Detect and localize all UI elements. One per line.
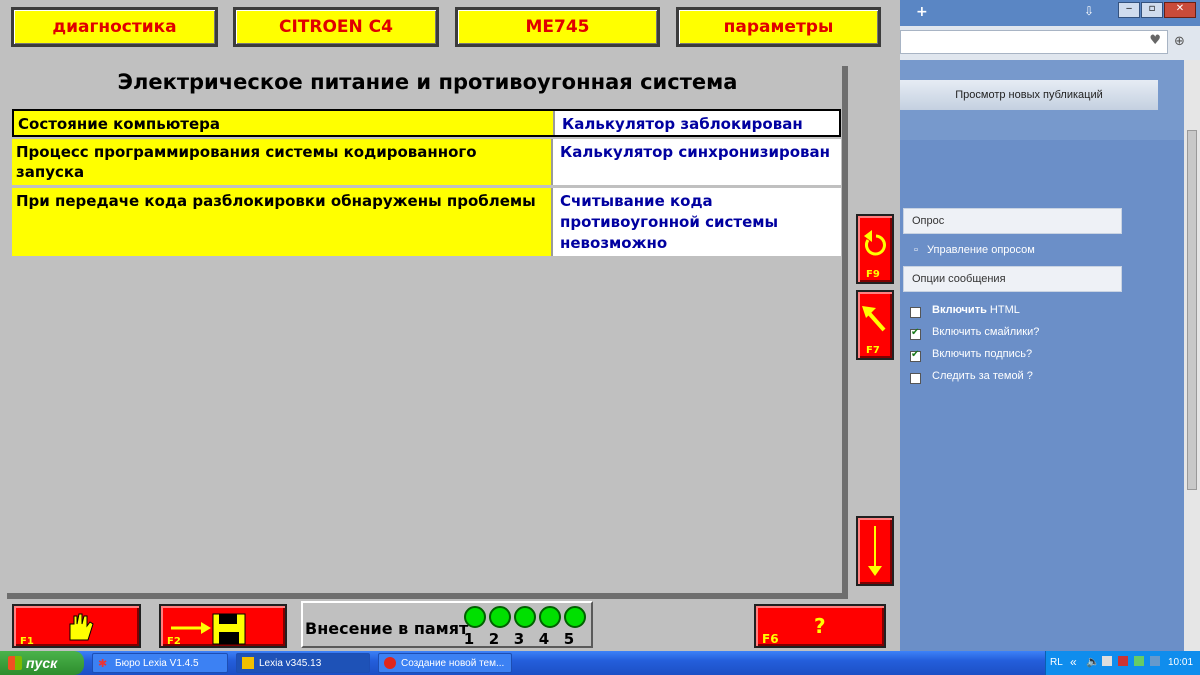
system-tray: RL « 🔈 10:01 (1045, 651, 1200, 675)
browser-tabbar: + ⇩ ‒ ▫ ✕ (900, 0, 1200, 26)
forum-body: Опрос ▫ Управление опросом Опции сообщен… (900, 140, 1184, 651)
f9-key-label: F9 (866, 269, 880, 280)
update-icon[interactable] (1134, 656, 1144, 666)
security-icon[interactable] (1118, 656, 1128, 666)
lexia-icon (242, 657, 254, 669)
language-indicator[interactable]: RL (1050, 657, 1063, 668)
smilies-checkbox-label: Включить смайлики? (932, 326, 1040, 338)
watch-topic-checkbox[interactable] (910, 373, 921, 384)
clock[interactable]: 10:01 (1168, 657, 1193, 668)
minimize-icon[interactable]: ‒ (1118, 2, 1140, 18)
tab-vehicle[interactable]: CITROEN C4 (233, 7, 439, 47)
heart-icon[interactable]: ♥ (1149, 33, 1161, 48)
tab-ecu[interactable]: ME745 (455, 7, 660, 47)
f1-key-label: F1 (20, 636, 34, 647)
taskbar-item-label: Создание новой тем... (401, 657, 505, 669)
html-checkbox[interactable] (910, 307, 921, 318)
new-posts-link[interactable]: Просмотр новых публикаций (955, 89, 1103, 101)
forum-header[interactable]: Просмотр новых публикаций (900, 80, 1158, 110)
taskbar-item-label: Бюро Lexia V1.4.5 (115, 657, 199, 669)
taskbar-item-label: Lexia v345.13 (259, 657, 322, 669)
memory-slot-number: 2 (488, 630, 500, 648)
f7-key-label: F7 (866, 345, 880, 356)
memory-slot-number: 4 (538, 630, 550, 648)
help-button[interactable]: ? F6 (754, 604, 886, 648)
row-value: Считывание кода противоугонной системы н… (551, 188, 841, 256)
memory-slot-2[interactable] (489, 606, 511, 628)
restore-icon[interactable]: ▫ (1141, 2, 1163, 18)
poll-manage-link[interactable]: Управление опросом (927, 244, 1035, 256)
memory-slot-5[interactable] (564, 606, 586, 628)
f6-key-label: F6 (762, 632, 779, 646)
scroll-down-button[interactable] (856, 516, 894, 586)
page-title: Электрическое питание и противоугонная с… (117, 70, 738, 94)
hand-icon (69, 613, 94, 641)
taskbar-item[interactable]: ✱ Бюро Lexia V1.4.5 (92, 653, 228, 673)
table-row[interactable]: Процесс программирования системы кодиров… (12, 139, 841, 185)
row-label: Процесс программирования системы кодиров… (12, 139, 551, 185)
signature-checkbox-label: Включить подпись? (932, 348, 1033, 360)
memory-panel: Внесение в памят 1 2 3 4 5 (301, 601, 593, 648)
poll-section: Опрос (903, 208, 1122, 234)
signature-checkbox[interactable] (910, 349, 921, 362)
start-label: пуск (26, 655, 58, 671)
tray-expand-icon[interactable]: « (1070, 655, 1077, 669)
message-options-section: Опции сообщения (903, 266, 1122, 292)
arrow-down-icon (868, 526, 882, 576)
help-icon: ? (814, 614, 826, 638)
browser-scrollbar[interactable] (1184, 60, 1200, 651)
html-checkbox-label: Включить HTML (932, 304, 1020, 316)
save-button[interactable]: F2 (159, 604, 287, 648)
tab-parameters[interactable]: параметры (676, 7, 881, 47)
menu-icon[interactable]: ⇩ (1084, 4, 1094, 18)
bullet-icon: ▫ (914, 244, 918, 256)
memory-slot-number: 1 (463, 630, 475, 648)
taskbar-item[interactable]: Создание новой тем... (378, 653, 512, 673)
lexia-window: диагностика CITROEN C4 ME745 параметры Э… (0, 0, 900, 651)
volume-icon[interactable]: 🔈 (1086, 655, 1100, 668)
lexia-bureau-icon: ✱ (98, 658, 108, 670)
smilies-checkbox[interactable] (910, 327, 921, 340)
new-tab-icon[interactable]: + (916, 4, 928, 20)
address-bar: ♥ ⊕ (900, 26, 1200, 60)
table-row[interactable]: Состояние компьютера Калькулятор заблоки… (12, 109, 841, 137)
taskbar: пуск ✱ Бюро Lexia V1.4.5 Lexia v345.13 С… (0, 651, 1200, 675)
memory-slot-number: 5 (563, 630, 575, 648)
save-to-disk-icon (171, 613, 246, 645)
stop-button[interactable]: F1 (12, 604, 141, 648)
windows-logo-icon (8, 656, 22, 670)
refresh-button[interactable]: F9 (856, 214, 894, 284)
browser-window: + ⇩ ‒ ▫ ✕ ♥ ⊕ Просмотр новых публикаций … (900, 0, 1200, 651)
network-icon[interactable] (1102, 656, 1112, 666)
display-icon[interactable] (1150, 656, 1160, 666)
row-value: Калькулятор синхронизирован (551, 139, 841, 185)
url-input[interactable]: ♥ (900, 30, 1168, 54)
row-label: При передаче кода разблокировки обнаруже… (12, 188, 551, 256)
taskbar-item-active[interactable]: Lexia v345.13 (236, 653, 370, 673)
table-row[interactable]: При передаче кода разблокировки обнаруже… (12, 188, 841, 256)
opera-icon (384, 657, 396, 669)
scrollbar-thumb[interactable] (1187, 130, 1197, 490)
memory-slot-number: 3 (513, 630, 525, 648)
memory-label: Внесение в памят (305, 619, 469, 638)
f2-key-label: F2 (167, 636, 181, 647)
download-icon[interactable]: ⊕ (1174, 34, 1185, 49)
tab-diagnostics[interactable]: диагностика (11, 7, 218, 47)
start-button[interactable]: пуск (0, 651, 84, 675)
close-icon[interactable]: ✕ (1164, 2, 1196, 18)
watch-topic-checkbox-label: Следить за темой ? (932, 370, 1033, 382)
row-label: Состояние компьютера (14, 111, 553, 135)
memory-slot-4[interactable] (539, 606, 561, 628)
memory-slot-3[interactable] (514, 606, 536, 628)
memory-slot-1[interactable] (464, 606, 486, 628)
forum-page: Просмотр новых публикаций Опрос ▫ Управл… (900, 60, 1184, 651)
parameters-panel: Электрическое питание и противоугонная с… (7, 66, 848, 599)
row-value: Калькулятор заблокирован (553, 111, 839, 135)
back-button[interactable]: F7 (856, 290, 894, 360)
